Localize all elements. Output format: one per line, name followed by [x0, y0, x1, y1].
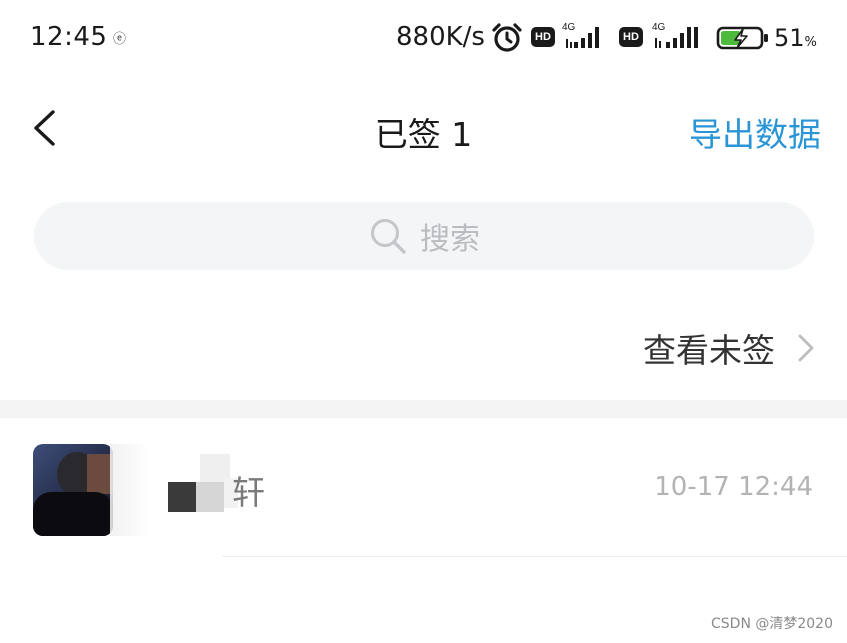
sign-time: 10-17 12:44: [654, 472, 813, 502]
back-button[interactable]: [24, 104, 68, 152]
search-placeholder: 搜索: [420, 222, 480, 257]
section-divider: [0, 400, 847, 418]
signal-bars-icon-2: [655, 27, 698, 48]
name-mosaic-block: [196, 482, 224, 512]
signed-list: 轩 10-17 12:44: [0, 418, 847, 643]
battery-charging-icon: [716, 26, 768, 50]
row-divider: [222, 556, 847, 557]
back-chevron-icon: [34, 110, 55, 146]
hd-voice-badge: HD: [531, 27, 555, 47]
signer-name: 轩: [232, 473, 265, 512]
battery-percent-value: 51: [774, 24, 805, 52]
view-unsigned-row: 查看未签: [0, 300, 847, 400]
export-data-button[interactable]: 导出数据: [689, 108, 821, 156]
nav-bar: 已签 1 导出数据: [0, 78, 847, 178]
notification-icon: ⓔ: [113, 32, 127, 47]
search-inner: 搜索: [34, 202, 814, 270]
signal-strength-icon-2: 4G: [652, 22, 698, 50]
view-unsigned-button[interactable]: 查看未签: [643, 324, 817, 372]
chevron-right-icon: [798, 334, 814, 362]
watermark: CSDN @清梦2020: [711, 616, 833, 632]
battery-percent-unit: %: [804, 35, 817, 50]
battery-percent: 51%: [774, 24, 817, 52]
avatar: [33, 444, 113, 536]
search-input[interactable]: 搜索: [34, 202, 814, 270]
avatar-edge-blur: [110, 444, 150, 536]
signal-bars-icon: [566, 27, 599, 48]
name-mosaic-block: [168, 482, 196, 512]
search-section: 搜索: [0, 178, 847, 300]
network-speed: 880K/s: [396, 22, 485, 52]
alarm-clock-icon: [492, 23, 522, 52]
signal-strength-icon: 4G: [562, 22, 599, 50]
status-bar: 12:45 ⓔ 880K/s HD 4G HD 4G 51%: [0, 0, 847, 78]
view-unsigned-label: 查看未签: [643, 331, 775, 370]
search-icon: [371, 219, 406, 254]
hd-voice-badge-2: HD: [619, 27, 643, 47]
avatar-body: [33, 492, 113, 536]
list-item[interactable]: 轩 10-17 12:44: [0, 418, 847, 557]
status-time: 12:45: [30, 22, 108, 52]
